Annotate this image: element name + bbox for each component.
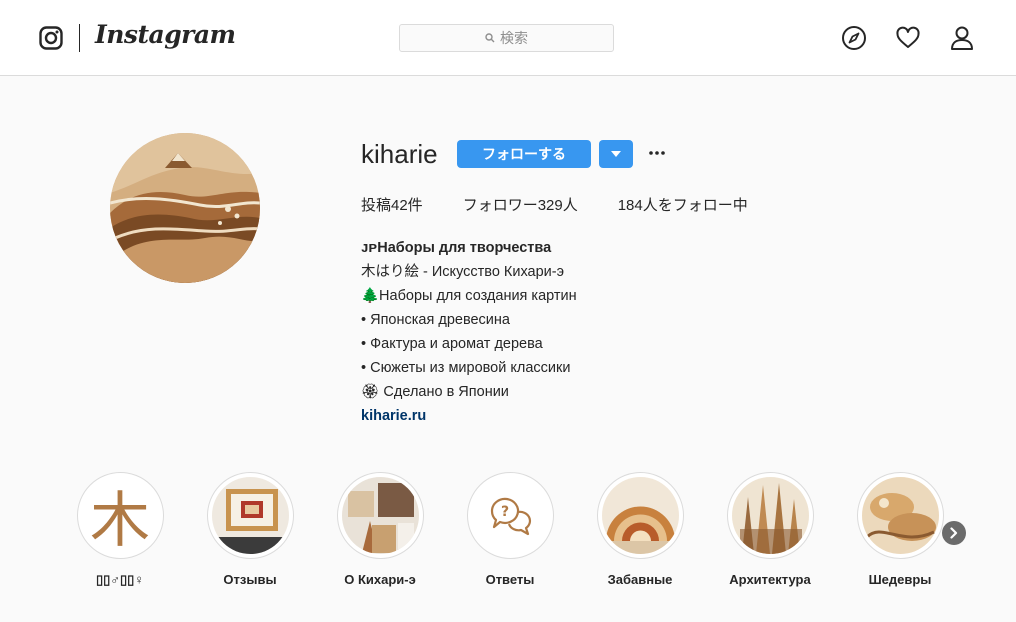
bio-line: 🏵 Сделано в Японии [361, 384, 509, 400]
highlight-item[interactable]: Архитектура [720, 472, 820, 587]
bio-title: ᴊᴘНаборы для творчества [361, 240, 552, 256]
chevron-right-icon [950, 527, 958, 539]
more-options-button[interactable] [645, 141, 669, 165]
search-input[interactable]: 検索 [399, 24, 614, 52]
framed-picture-icon [211, 477, 289, 554]
highlight-label: Шедевры [868, 572, 932, 587]
bio-line: 木はり絵 - Искусство Кихари-э [361, 264, 565, 280]
follow-button[interactable]: フォローする [457, 140, 591, 168]
profile-bio: ᴊᴘНаборы для творчества 木はり絵 - Искусство… [361, 236, 577, 428]
highlight-label: Забавные [607, 572, 673, 587]
heart-icon[interactable] [895, 25, 921, 51]
bio-line: • Фактура и аромат дерева [361, 336, 543, 352]
profile-username: kiharie [361, 139, 438, 169]
instagram-wordmark[interactable]: Instagram [95, 20, 236, 49]
profile-avatar[interactable] [110, 133, 260, 283]
highlight-item[interactable]: Забавные [590, 472, 690, 587]
story-highlights: 木 ▯▯♂▯▯♀ Отзывы О Кихари-э ? Ответы Заба… [70, 472, 970, 602]
more-dots-icon [649, 151, 665, 155]
highlight-item[interactable]: Отзывы [200, 472, 300, 587]
bio-line: 🌲Наборы для создания картин [361, 288, 577, 304]
suggestions-dropdown-button[interactable] [599, 140, 633, 168]
cathedral-icon [731, 477, 809, 554]
highlight-item[interactable]: 木 ▯▯♂▯▯♀ [70, 472, 170, 588]
instagram-logo-icon[interactable] [39, 26, 63, 50]
highlight-label: Архитектура [729, 572, 811, 587]
following-count[interactable]: 184人をフォロー中 [618, 194, 748, 215]
top-navigation-bar: Instagram 検索 [0, 0, 1016, 76]
highlight-item[interactable]: Шедевры [850, 472, 950, 587]
search-icon [485, 33, 495, 43]
highlight-label: Ответы [485, 572, 535, 587]
caret-down-icon [611, 151, 621, 157]
search-placeholder: 検索 [500, 31, 528, 47]
logo-divider [79, 24, 80, 52]
wood-artwork-icon [861, 477, 939, 554]
highlights-next-button[interactable] [942, 521, 966, 545]
highlight-label: ▯▯♂▯▯♀ [95, 572, 145, 587]
kanji-wood-icon: 木 [90, 486, 150, 554]
svg-text:?: ? [501, 504, 509, 520]
followers-count[interactable]: フォロワー329人 [463, 194, 578, 215]
highlight-item[interactable]: О Кихари-э [330, 472, 430, 587]
collage-icon [341, 477, 419, 554]
bio-website-link[interactable]: kiharie.ru [361, 404, 577, 428]
highlight-label: Отзывы [223, 572, 277, 587]
bio-line: • Сюжеты из мировой классики [361, 360, 571, 376]
highlight-item[interactable]: ? Ответы [460, 472, 560, 587]
highlight-label: О Кихари-э [344, 572, 416, 587]
question-chat-icon: ? [490, 497, 532, 535]
bio-line: • Японская древесина [361, 312, 510, 328]
compass-icon[interactable] [841, 25, 867, 51]
posts-count: 投稿42件 [361, 197, 423, 214]
wood-pattern-icon [601, 477, 679, 554]
profile-stats: 投稿42件 フォロワー329人 184人をフォロー中 [361, 194, 788, 215]
profile-icon[interactable] [949, 25, 975, 51]
